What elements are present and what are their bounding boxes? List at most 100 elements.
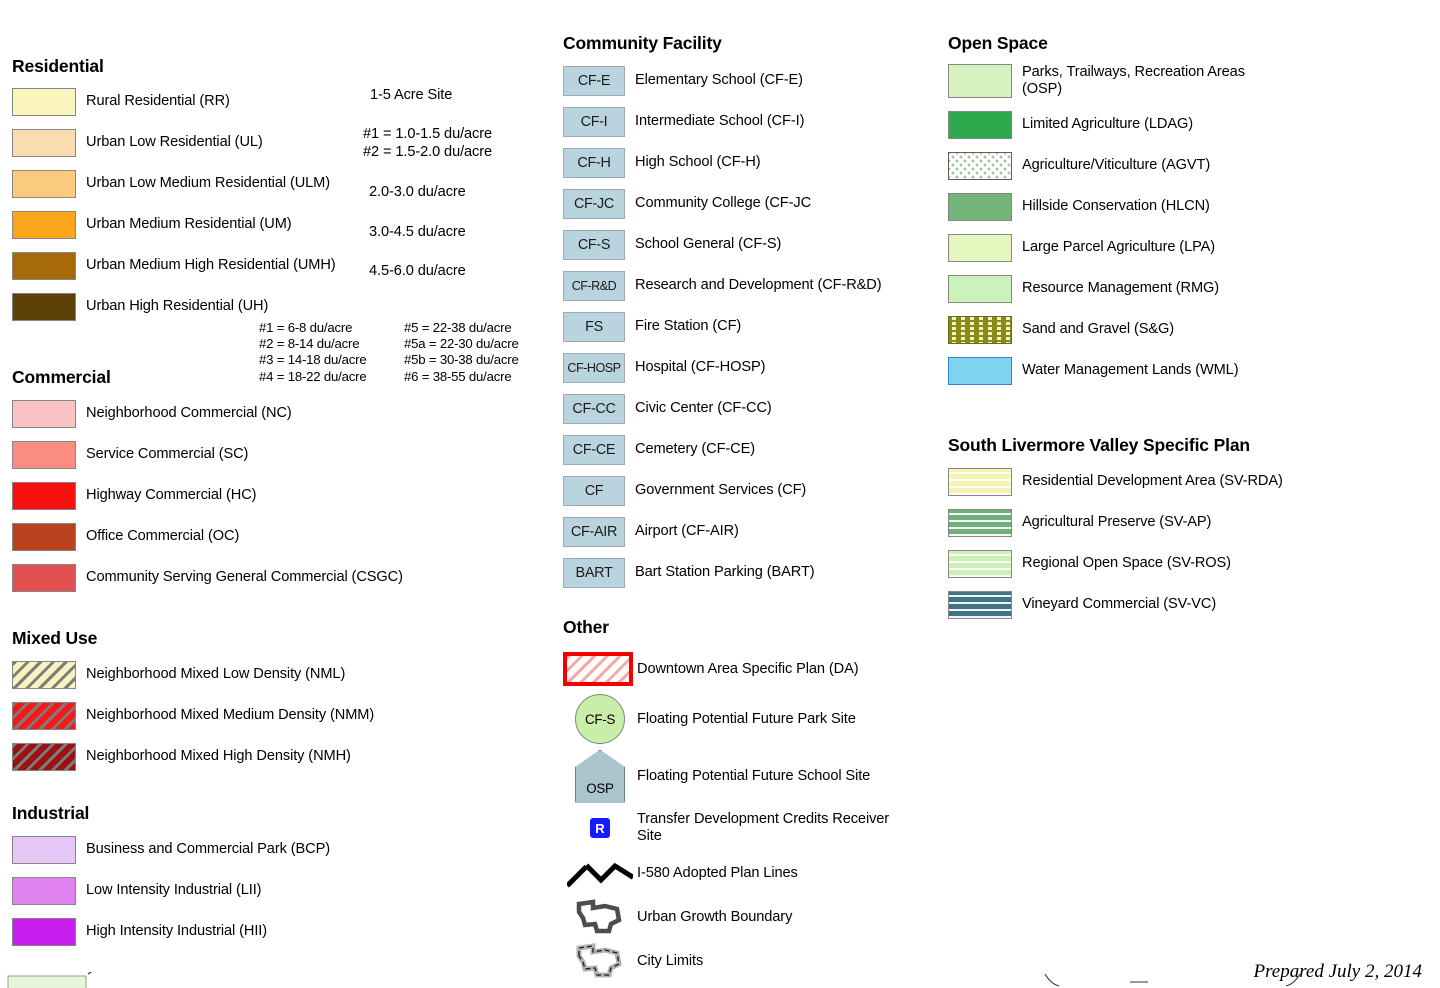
swatch-rural-residential <box>12 88 76 116</box>
legend-label: Resource Management (RMG) <box>1022 280 1220 296</box>
legend-row-fs[interactable]: FS Fire Station (CF) <box>563 312 882 342</box>
legend-row-rmg[interactable]: Resource Management (RMG) <box>948 275 1245 303</box>
swatch-large-parcel-agriculture <box>948 234 1012 262</box>
legend-label: Regional Open Space (SV-ROS) <box>1022 555 1231 571</box>
legend-row-sv-vc[interactable]: Vineyard Commercial (SV-VC) <box>948 591 1283 619</box>
swatch-agricultural-preserve <box>948 509 1012 537</box>
legend-label: Low Intensity Industrial (LII) <box>86 882 262 898</box>
legend-label: Agricultural Preserve (SV-AP) <box>1022 514 1212 530</box>
legend-label: Government Services (CF) <box>635 482 807 498</box>
legend-row-cf-jc[interactable]: CF-JC Community College (CF-JC <box>563 189 882 219</box>
legend-row-csgc[interactable]: Community Serving General Commercial (CS… <box>12 564 403 592</box>
legend-row-sv-ap[interactable]: Agricultural Preserve (SV-AP) <box>948 509 1283 537</box>
swatch-limited-agriculture <box>948 111 1012 139</box>
legend-label: Civic Center (CF-CC) <box>635 400 772 416</box>
legend-row-cf-i[interactable]: CF-I Intermediate School (CF-I) <box>563 107 882 137</box>
swatch-resource-management <box>948 275 1012 303</box>
legend-row-urban-growth-boundary[interactable]: Urban Growth Boundary <box>563 895 889 939</box>
legend-row-umh[interactable]: Urban Medium High Residential (UMH) <box>12 252 336 280</box>
prepared-date: Prepared July 2, 2014 <box>1253 961 1423 982</box>
cf-code-box: BART <box>563 558 625 588</box>
legend-row-bcp[interactable]: Business and Commercial Park (BCP) <box>12 836 330 864</box>
commercial-list: Neighborhood Commercial (NC) Service Com… <box>12 400 403 605</box>
section-heading-mixed-use: Mixed Use <box>12 628 98 648</box>
swatch-office-commercial <box>12 523 76 551</box>
swatch-agriculture-viticulture <box>948 152 1012 180</box>
legend-row-ldag[interactable]: Limited Agriculture (LDAG) <box>948 111 1245 139</box>
swatch-urban-medium-residential <box>12 211 76 239</box>
swatch-service-commercial <box>12 441 76 469</box>
legend-row-ulm[interactable]: Urban Low Medium Residential (ULM) <box>12 170 336 198</box>
legend-label: Downtown Area Specific Plan (DA) <box>637 660 859 677</box>
legend-row-agvt[interactable]: Agriculture/Viticulture (AGVT) <box>948 152 1245 180</box>
legend-row-cf-ce[interactable]: CF-CE Cemetery (CF-CE) <box>563 435 882 465</box>
legend-row-cf-cc[interactable]: CF-CC Civic Center (CF-CC) <box>563 394 882 424</box>
legend-row-hlcn[interactable]: Hillside Conservation (HLCN) <box>948 193 1245 221</box>
park-site-circle-icon: CF-S <box>563 694 637 744</box>
legend-label: Floating Potential Future School Site <box>637 767 871 784</box>
section-heading-south-livermore: South Livermore Valley Specific Plan <box>948 435 1250 455</box>
legend-label: Intermediate School (CF-I) <box>635 113 805 129</box>
cf-code-box: CF-S <box>563 230 625 260</box>
legend-row-wml[interactable]: Water Management Lands (WML) <box>948 357 1245 385</box>
legend-label: Large Parcel Agriculture (LPA) <box>1022 239 1216 255</box>
urban-growth-boundary-icon <box>563 898 637 936</box>
legend-label: Service Commercial (SC) <box>86 446 249 462</box>
legend-row-lii[interactable]: Low Intensity Industrial (LII) <box>12 877 330 905</box>
legend-row-cf[interactable]: CF Government Services (CF) <box>563 476 882 506</box>
legend-label: Urban Low Residential (UL) <box>86 134 263 150</box>
legend-row-cf-air[interactable]: CF-AIR Airport (CF-AIR) <box>563 517 882 547</box>
legend-row-hc[interactable]: Highway Commercial (HC) <box>12 482 403 510</box>
legend-row-cf-hosp[interactable]: CF-HOSP Hospital (CF-HOSP) <box>563 353 882 383</box>
legend-row-cf-h[interactable]: CF-H High School (CF-H) <box>563 148 882 178</box>
legend-row-ul[interactable]: Urban Low Residential (UL) <box>12 129 336 157</box>
legend-label: High Intensity Industrial (HII) <box>86 923 268 939</box>
legend-row-cf-rd[interactable]: CF-R&D Research and Development (CF-R&D) <box>563 271 882 301</box>
swatch-residential-development-area <box>948 468 1012 496</box>
swatch-low-intensity-industrial <box>12 877 76 905</box>
legend-row-bart[interactable]: BART Bart Station Parking (BART) <box>563 558 882 588</box>
legend-row-osp[interactable]: Parks, Trailways, Recreation Areas (OSP) <box>948 64 1245 98</box>
swatch-urban-high-residential <box>12 293 76 321</box>
legend-row-sc[interactable]: Service Commercial (SC) <box>12 441 403 469</box>
legend-row-hii[interactable]: High Intensity Industrial (HII) <box>12 918 330 946</box>
legend-row-sv-rda[interactable]: Residential Development Area (SV-RDA) <box>948 468 1283 496</box>
legend-row-future-school-site[interactable]: OSP Floating Potential Future School Sit… <box>563 748 889 804</box>
swatch-sand-and-gravel <box>948 316 1012 344</box>
legend-row-downtown-area[interactable]: Downtown Area Specific Plan (DA) <box>563 648 889 690</box>
legend-row-nmh[interactable]: Neighborhood Mixed High Density (NMH) <box>12 743 374 771</box>
legend-row-nc[interactable]: Neighborhood Commercial (NC) <box>12 400 403 428</box>
legend-row-nml[interactable]: Neighborhood Mixed Low Density (NML) <box>12 661 374 689</box>
legend-row-nmm[interactable]: Neighborhood Mixed Medium Density (NMM) <box>12 702 374 730</box>
swatch-neighborhood-mixed-high-density <box>12 743 76 771</box>
legend-label: Parks, Trailways, Recreation Areas (OSP) <box>1022 64 1245 97</box>
legend-label: Vineyard Commercial (SV-VC) <box>1022 596 1217 612</box>
legend-label: Limited Agriculture (LDAG) <box>1022 116 1193 132</box>
section-heading-community-facility: Community Facility <box>563 33 722 53</box>
legend-row-tdc-receiver[interactable]: R Transfer Development Credits Receiver … <box>563 804 889 852</box>
swatch-hillside-conservation <box>948 193 1012 221</box>
swatch-neighborhood-mixed-low-density <box>12 661 76 689</box>
community-facility-list: CF-E Elementary School (CF-E) CF-I Inter… <box>563 66 882 599</box>
legend-label: Hospital (CF-HOSP) <box>635 359 766 375</box>
section-heading-industrial: Industrial <box>12 803 90 823</box>
cf-code-box: CF-R&D <box>563 271 625 301</box>
swatch-community-serving-general-commercial <box>12 564 76 592</box>
south-livermore-list: Residential Development Area (SV-RDA) Ag… <box>948 468 1283 632</box>
legend-row-cf-e[interactable]: CF-E Elementary School (CF-E) <box>563 66 882 96</box>
legend-row-uh[interactable]: Urban High Residential (UH) <box>12 293 336 321</box>
legend-row-future-park-site[interactable]: CF-S Floating Potential Future Park Site <box>563 690 889 748</box>
legend-label: Highway Commercial (HC) <box>86 487 257 503</box>
legend-row-sv-ros[interactable]: Regional Open Space (SV-ROS) <box>948 550 1283 578</box>
legend-row-lpa[interactable]: Large Parcel Agriculture (LPA) <box>948 234 1245 262</box>
legend-row-oc[interactable]: Office Commercial (OC) <box>12 523 403 551</box>
legend-row-plan-lines[interactable]: I-580 Adopted Plan Lines <box>563 852 889 895</box>
legend-row-um[interactable]: Urban Medium Residential (UM) <box>12 211 336 239</box>
swatch-urban-low-residential <box>12 129 76 157</box>
legend-label: Cemetery (CF-CE) <box>635 441 756 457</box>
legend-row-rr[interactable]: Rural Residential (RR) <box>12 88 336 116</box>
school-site-pentagon-icon: OSP <box>563 749 637 803</box>
legend-row-sg[interactable]: Sand and Gravel (S&G) <box>948 316 1245 344</box>
cf-code-box: CF-E <box>563 66 625 96</box>
legend-row-cf-s[interactable]: CF-S School General (CF-S) <box>563 230 882 260</box>
